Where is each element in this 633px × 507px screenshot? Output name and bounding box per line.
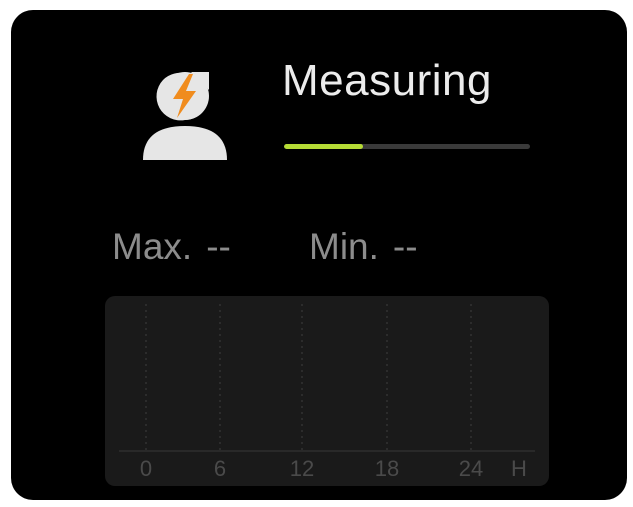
- measurement-card: Measuring Max. -- Min. -- 0 6 12 18 24 H: [11, 10, 627, 500]
- chart-canvas: 0 6 12 18 24 H: [119, 304, 535, 481]
- max-value: --: [206, 226, 231, 267]
- x-tick-label: 24: [459, 456, 483, 481]
- x-tick-label: 12: [290, 456, 314, 481]
- status-title: Measuring: [282, 56, 492, 105]
- min-value: --: [392, 226, 418, 267]
- min-label: Min.: [309, 226, 379, 267]
- progress-fill: [284, 144, 363, 149]
- x-tick-label: 18: [375, 456, 399, 481]
- x-tick-label: 0: [140, 456, 152, 481]
- x-tick-label: 6: [214, 456, 226, 481]
- min-stat: Min. --: [309, 226, 418, 268]
- max-label: Max.: [112, 226, 193, 267]
- history-chart: 0 6 12 18 24 H: [105, 296, 549, 486]
- measuring-progress-bar: [284, 144, 530, 149]
- x-unit-label: H: [511, 456, 527, 481]
- avatar-icon: [143, 72, 227, 160]
- max-stat: Max. --: [112, 226, 231, 268]
